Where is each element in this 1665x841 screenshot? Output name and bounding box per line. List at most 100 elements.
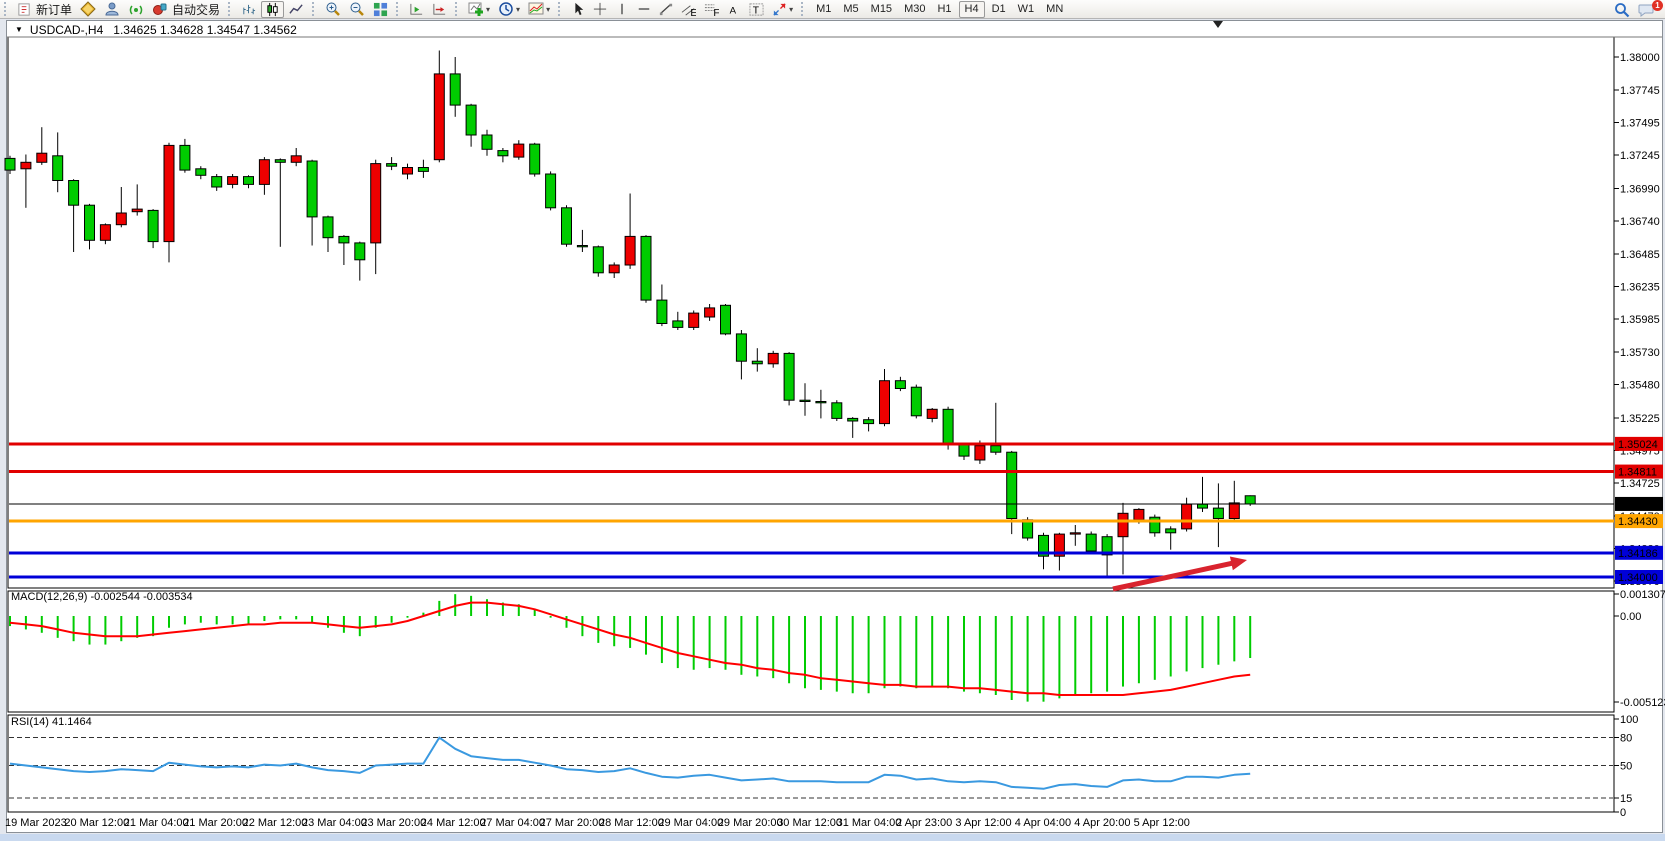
dropdown-arrow-icon[interactable]: ▾ bbox=[486, 5, 490, 14]
candle-bearish bbox=[593, 247, 603, 273]
zoom-in-button[interactable] bbox=[322, 1, 344, 18]
candle-bullish bbox=[1070, 533, 1080, 534]
toolbar-grip[interactable] bbox=[455, 2, 459, 16]
auto-scroll-button[interactable] bbox=[406, 1, 427, 18]
candle-bearish bbox=[721, 305, 731, 334]
tile-windows-button[interactable] bbox=[370, 1, 391, 18]
svg-text:E: E bbox=[690, 8, 696, 17]
candle-bullish bbox=[434, 74, 444, 160]
timeframe-button-mn[interactable]: MN bbox=[1041, 1, 1068, 18]
new-order-button[interactable]: 新订单 bbox=[14, 1, 75, 18]
toolbar-grip[interactable] bbox=[228, 2, 232, 16]
candle-bearish bbox=[816, 402, 826, 403]
autotrade-button[interactable]: 自动交易 bbox=[149, 1, 223, 18]
toolbar-grip[interactable] bbox=[4, 2, 8, 16]
window-frame-bottom bbox=[0, 834, 1665, 841]
timeframe-button-h4[interactable]: H4 bbox=[959, 1, 985, 18]
crosshair-button[interactable] bbox=[590, 1, 610, 18]
periods-button[interactable]: ▾ bbox=[495, 1, 523, 18]
price-badge-label: 1.35024 bbox=[1618, 439, 1658, 451]
main-toolbar: 新订单 自动交易 bbox=[0, 0, 1665, 19]
search-button[interactable] bbox=[1611, 1, 1633, 18]
price-tick-label: 1.35985 bbox=[1620, 314, 1660, 326]
candle-bearish bbox=[784, 353, 794, 400]
dropdown-arrow-icon[interactable]: ▾ bbox=[546, 5, 550, 14]
chart-shift-marker[interactable] bbox=[1213, 21, 1223, 28]
zoom-out-icon bbox=[349, 1, 365, 17]
candlestick-chart-button[interactable] bbox=[261, 1, 284, 18]
timeframe-button-w1[interactable]: W1 bbox=[1013, 1, 1040, 18]
candle-bearish bbox=[498, 151, 508, 156]
signals-button[interactable] bbox=[125, 1, 147, 18]
candle-bearish bbox=[577, 246, 587, 247]
fibonacci-button[interactable]: F bbox=[701, 1, 722, 18]
toolbar-grip[interactable] bbox=[396, 2, 400, 16]
horizontal-line-button[interactable] bbox=[634, 1, 654, 18]
templates-button[interactable]: ▾ bbox=[525, 1, 553, 18]
candle-bearish bbox=[387, 164, 397, 167]
trendline-button[interactable] bbox=[656, 1, 676, 18]
price-badge-label: 1.34562 bbox=[1618, 499, 1658, 511]
candle-bullish bbox=[609, 265, 619, 273]
candle-bearish bbox=[530, 144, 540, 174]
candle-bullish bbox=[291, 156, 301, 163]
bar-chart-button[interactable] bbox=[238, 1, 259, 18]
time-axis-label: 29 Mar 20:00 bbox=[718, 817, 783, 829]
candle-bearish bbox=[5, 158, 15, 170]
chart-canvas[interactable]: 1.380001.377451.374951.372451.369901.367… bbox=[0, 0, 1665, 841]
channel-button[interactable]: E bbox=[678, 1, 699, 18]
price-tick-label: 1.36740 bbox=[1620, 216, 1660, 228]
crosshair-icon bbox=[593, 2, 607, 16]
dropdown-arrow-icon[interactable]: ▾ bbox=[789, 5, 793, 14]
price-badge-label: 1.34811 bbox=[1618, 467, 1657, 479]
timeframe-button-m15[interactable]: M15 bbox=[866, 1, 897, 18]
candle-bearish bbox=[832, 403, 842, 419]
candle-bearish bbox=[562, 208, 572, 244]
arrows-button[interactable]: ▾ bbox=[769, 1, 796, 18]
macd-tick-label: 0.00 bbox=[1620, 611, 1641, 623]
candle-bearish bbox=[339, 236, 349, 243]
timeframe-button-m30[interactable]: M30 bbox=[899, 1, 930, 18]
rsi-tick-label: 50 bbox=[1620, 761, 1632, 773]
cursor-button[interactable] bbox=[568, 1, 588, 18]
timeframe-button-h1[interactable]: H1 bbox=[932, 1, 956, 18]
rsi-pane-border bbox=[8, 715, 1614, 812]
time-axis-label: 19 Mar 2023 bbox=[5, 817, 67, 829]
toolbar-grip[interactable] bbox=[558, 2, 562, 16]
time-axis-label: 29 Mar 04:00 bbox=[658, 817, 723, 829]
autotrade-icon bbox=[152, 1, 168, 17]
trend-arrow-head[interactable] bbox=[1230, 557, 1247, 571]
vertical-line-button[interactable] bbox=[612, 1, 632, 18]
price-tick-label: 1.35480 bbox=[1620, 380, 1660, 392]
candle-bullish bbox=[1134, 509, 1144, 519]
rsi-tick-label: 100 bbox=[1620, 714, 1638, 726]
candle-bullish bbox=[625, 236, 635, 265]
zoom-out-button[interactable] bbox=[346, 1, 368, 18]
toolbar-grip[interactable] bbox=[312, 2, 316, 16]
market-button[interactable] bbox=[77, 1, 99, 18]
rsi-tick-label: 15 bbox=[1620, 793, 1632, 805]
timeframe-button-m1[interactable]: M1 bbox=[811, 1, 836, 18]
dropdown-arrow-icon[interactable]: ▾ bbox=[516, 5, 520, 14]
line-chart-button[interactable] bbox=[286, 1, 307, 18]
trendline-icon bbox=[659, 2, 673, 16]
text-label-button[interactable]: T bbox=[746, 1, 767, 18]
timeframe-button-m5[interactable]: M5 bbox=[838, 1, 863, 18]
time-axis-label: 28 Mar 12:00 bbox=[599, 817, 664, 829]
text-button[interactable]: A bbox=[724, 1, 744, 18]
community-button[interactable] bbox=[101, 1, 123, 18]
indicators-button[interactable]: ▾ bbox=[465, 1, 493, 18]
timeframe-button-d1[interactable]: D1 bbox=[987, 1, 1011, 18]
chat-button[interactable]: 1 bbox=[1635, 1, 1658, 18]
new-order-icon bbox=[17, 2, 32, 17]
chart-shift-button[interactable] bbox=[429, 1, 450, 18]
text-label-icon: T bbox=[749, 2, 764, 17]
candle-bullish bbox=[975, 446, 985, 460]
candle-bullish bbox=[514, 144, 524, 157]
toolbar-grip[interactable] bbox=[801, 2, 805, 16]
indicators-icon bbox=[468, 1, 484, 17]
candle-bearish bbox=[673, 321, 683, 328]
price-tick-label: 1.37245 bbox=[1620, 150, 1660, 162]
candlestick-icon bbox=[265, 2, 280, 17]
candle-bearish bbox=[959, 444, 969, 456]
